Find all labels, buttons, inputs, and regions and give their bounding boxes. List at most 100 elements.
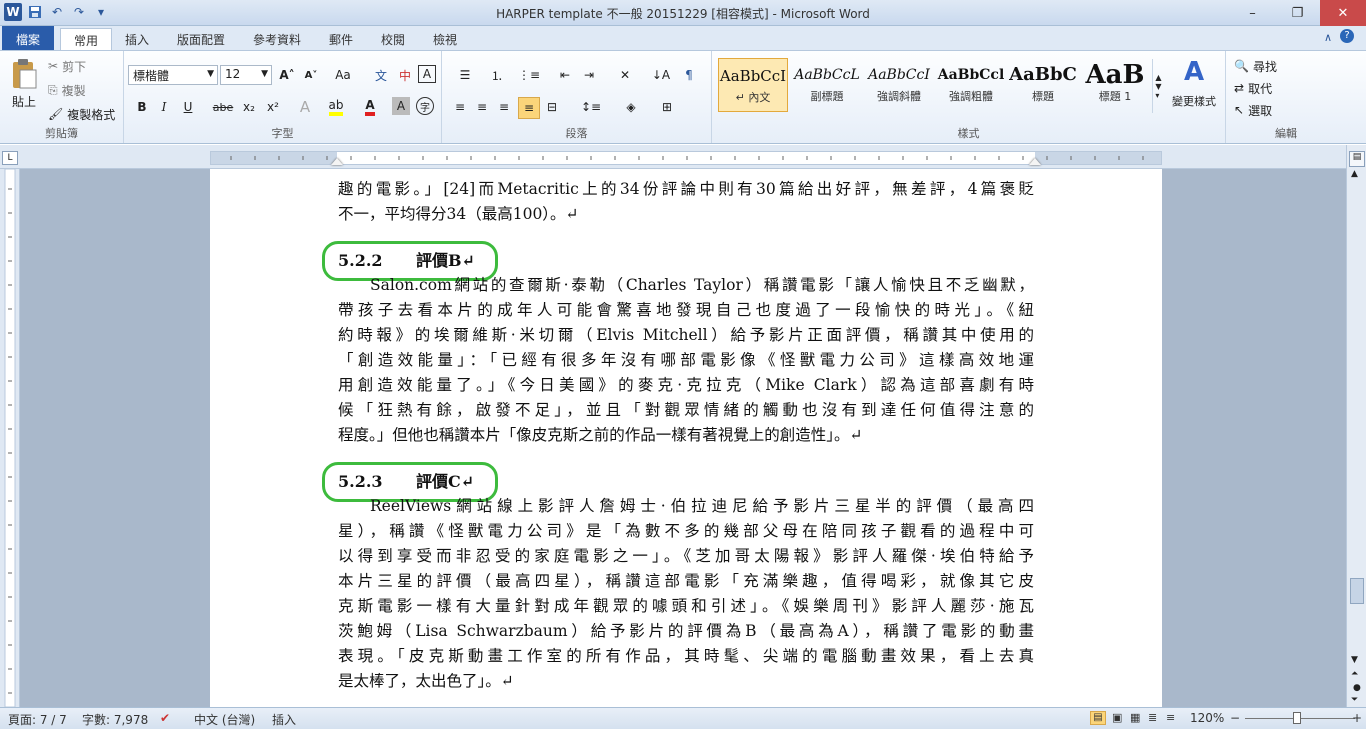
chinese-convert-icon[interactable]: 中 [394,65,416,85]
zoom-slider-thumb[interactable] [1293,712,1301,724]
next-page-icon[interactable]: ⏷ [1351,695,1358,705]
grow-font-button[interactable]: A˄ [276,65,298,85]
horizontal-ruler[interactable]: L [0,145,1366,169]
highlight-icon[interactable]: ab [322,97,350,117]
change-styles-icon[interactable]: A [1168,57,1220,87]
tab-references[interactable]: 參考資料 [244,28,310,50]
style-subtitle[interactable]: AaBbCcL 副標題 [792,58,862,112]
enclose-characters-icon[interactable]: 字 [416,97,434,115]
style-normal[interactable]: AaBbCcI ↵ 內文 [718,58,788,112]
align-right-icon[interactable]: ≡ [494,97,514,117]
minimize-ribbon-icon[interactable]: ∧ [1324,31,1332,44]
browse-object-icon[interactable]: ● [1353,683,1361,693]
previous-page-icon[interactable]: ⏶ [1351,669,1358,679]
align-left-icon[interactable]: ≡ [450,97,470,117]
tab-selector-icon[interactable]: L [2,151,18,165]
style-strong[interactable]: AaBbCcl 強調粗體 [936,58,1006,112]
indent-marker-icon[interactable] [331,158,343,165]
print-layout-icon[interactable]: ▤ [1090,711,1106,725]
vertical-scrollbar[interactable]: ▤ ▲ ▼ ⏶ ● ⏷ [1346,145,1366,707]
find-button[interactable]: 🔍 尋找 [1234,57,1296,75]
borders-icon[interactable]: ⊞ [652,97,682,117]
zoom-in-button[interactable]: + [1352,711,1362,725]
bullets-icon[interactable]: ☰ [450,65,480,85]
web-layout-icon[interactable]: ▦ [1130,711,1140,724]
font-size-select[interactable]: 12 ▼ [220,65,272,85]
align-center-icon[interactable]: ≡ [472,97,492,117]
change-styles-label[interactable]: 變更樣式 [1164,93,1224,109]
superscript-button[interactable]: x² [262,97,284,117]
document-page[interactable]: 趣的電影。」[24]而Metacritic上的34份評論中則有30篇給出好評，無… [210,169,1162,707]
font-color-icon[interactable]: A [358,97,382,117]
select-button[interactable]: ↖ 選取 [1234,101,1296,119]
increase-indent-icon[interactable]: ⇥ [578,65,600,85]
phonetic-icon[interactable]: 文 [370,65,392,85]
font-size-value: 12 [225,67,241,81]
minimize-button[interactable]: – [1230,0,1275,26]
italic-button[interactable]: I [154,97,174,117]
style-heading1-sample: AaB [1085,60,1145,88]
paste-label[interactable]: 貼上 [8,93,40,109]
text-effects-icon[interactable]: A [294,97,316,117]
tab-review[interactable]: 校閱 [372,28,414,50]
numbering-icon[interactable]: ⒈ [482,65,512,85]
view-ruler-icon[interactable]: ▤ [1349,151,1365,167]
distributed-icon[interactable]: ⊟ [542,97,562,117]
tab-view[interactable]: 檢視 [424,28,466,50]
tab-home[interactable]: 常用 [60,28,112,50]
asian-layout-icon[interactable]: ✕ [610,65,640,85]
replace-button[interactable]: ⇄ 取代 [1234,79,1296,97]
tab-file[interactable]: 檔案 [2,26,54,50]
format-painter-button[interactable]: 🖌 複製格式 [48,105,120,123]
insert-mode-indicator[interactable]: 插入 [272,711,296,728]
cut-button[interactable]: ✂ 剪下 [48,57,98,75]
vertical-ruler-ticks [4,168,16,708]
outline-icon[interactable]: ≣ [1148,711,1157,724]
scroll-down-icon[interactable]: ▼ [1351,655,1358,665]
subscript-button[interactable]: x₂ [238,97,260,117]
line-spacing-icon[interactable]: ↕≡ [576,97,606,117]
tab-layout[interactable]: 版面配置 [168,28,234,50]
decrease-indent-icon[interactable]: ⇤ [554,65,576,85]
underline-button[interactable]: U [178,97,198,117]
word-count[interactable]: 字數: 7,978 [82,711,148,728]
language-indicator[interactable]: 中文 (台灣) [194,711,255,728]
change-case-button[interactable]: Aa [330,65,356,85]
zoom-level[interactable]: 120% [1190,711,1224,725]
restore-button[interactable]: ❐ [1275,0,1320,26]
ribbon-tabs: 檔案 常用 插入 版面配置 參考資料 郵件 校閱 檢視 ∧ ? [0,26,1366,50]
zoom-out-button[interactable]: − [1230,711,1240,725]
find-label: 尋找 [1252,59,1277,74]
style-title[interactable]: AaBbC 標題 [1008,58,1078,112]
vertical-ruler[interactable] [0,168,20,708]
strikethrough-button[interactable]: abe [212,97,234,117]
character-border-icon[interactable]: A [418,65,436,83]
tab-insert[interactable]: 插入 [116,28,158,50]
right-indent-marker-icon[interactable] [1029,158,1041,165]
show-marks-icon[interactable]: ¶ [678,65,700,85]
scrollbar-thumb[interactable] [1350,578,1364,604]
tab-mailings[interactable]: 郵件 [320,28,362,50]
character-shading-icon[interactable]: A [392,97,410,115]
multilevel-list-icon[interactable]: ⋮≡ [514,65,544,85]
sort-icon[interactable]: ↓A [650,65,672,85]
justify-icon[interactable]: ≡ [518,97,540,119]
styles-scroll[interactable]: ▲ ▼ ▾ [1152,59,1164,113]
page-count[interactable]: 頁面: 7 / 7 [8,711,67,728]
bold-button[interactable]: B [132,97,152,117]
style-emphasis[interactable]: AaBbCcI 強調斜體 [864,58,934,112]
status-bar: 頁面: 7 / 7 字數: 7,978 ✔ 中文 (台灣) 插入 ▤ ▣ ▦ ≣… [0,707,1366,729]
ruler-scale[interactable] [210,151,1162,165]
shading-icon[interactable]: ◈ [616,97,646,117]
shrink-font-button[interactable]: A˅ [300,65,322,85]
style-heading1[interactable]: AaB 標題 1 [1080,58,1150,112]
draft-icon[interactable]: ≡ [1166,711,1175,724]
copy-button[interactable]: ⎘ 複製 [48,81,98,99]
close-button[interactable]: ✕ [1320,0,1366,26]
help-icon[interactable]: ? [1340,29,1354,43]
paste-icon[interactable] [6,57,42,91]
full-screen-icon[interactable]: ▣ [1112,711,1122,724]
scroll-up-icon[interactable]: ▲ [1351,169,1358,179]
proofing-icon[interactable]: ✔ [160,711,170,725]
font-name-select[interactable]: 標楷體 ▼ [128,65,218,85]
